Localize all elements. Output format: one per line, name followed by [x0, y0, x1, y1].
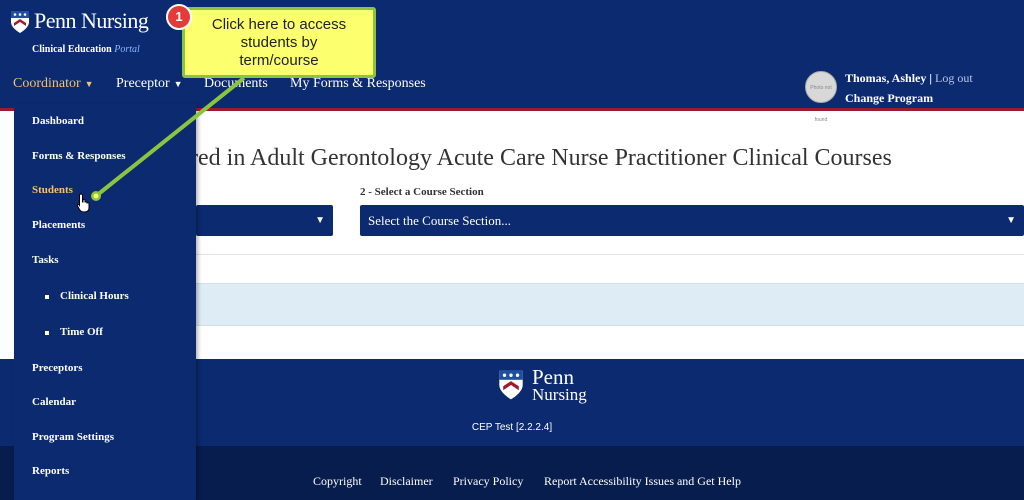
callout-line-1: Click here to access: [211, 16, 347, 33]
callout-line-2: students by: [240, 34, 318, 51]
callout-arrow: [91, 76, 246, 201]
hand-pointer-icon: [76, 193, 90, 213]
callout-box: Click here to access students by term/co…: [182, 7, 376, 78]
callout-line-3: term/course: [239, 52, 319, 69]
step-number-badge: 1: [166, 4, 192, 30]
